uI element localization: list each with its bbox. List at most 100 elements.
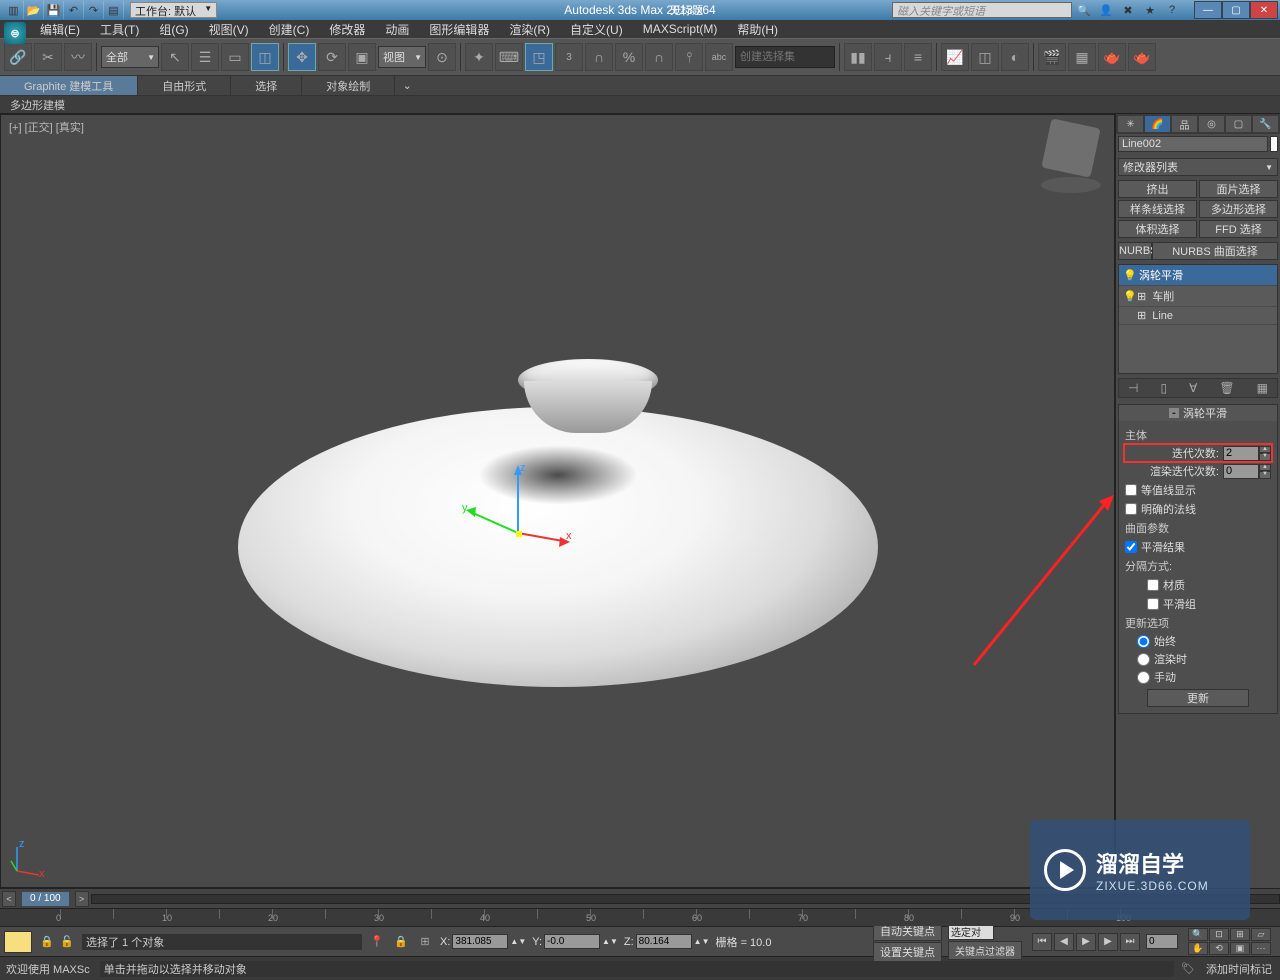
schematic-icon[interactable]: ◫	[971, 43, 999, 71]
key-filter-button[interactable]: 关键点过滤器	[948, 941, 1022, 960]
frame-indicator[interactable]: 0 / 100	[22, 892, 69, 906]
workspace-dropdown[interactable]: 工作台: 默认	[130, 2, 217, 18]
menu-group[interactable]: 组(G)	[149, 21, 198, 38]
move-icon[interactable]: ✥	[288, 43, 316, 71]
exchange-icon[interactable]: ✖	[1118, 2, 1138, 18]
remove-mod-icon[interactable]: 🗑	[1219, 381, 1234, 395]
tab-utilities-icon[interactable]: 🔧	[1253, 116, 1278, 132]
iterations-input[interactable]	[1223, 446, 1259, 461]
search-icon[interactable]: 🔍	[1074, 2, 1094, 18]
menu-views[interactable]: 视图(V)	[199, 21, 259, 38]
align-icon[interactable]: ⫯	[675, 43, 703, 71]
abc-icon[interactable]: abc	[705, 43, 733, 71]
radio-manual[interactable]: 手动	[1137, 669, 1271, 685]
new-icon[interactable]: ▥	[4, 1, 24, 19]
pin-stack-icon[interactable]: ⊣	[1128, 381, 1138, 395]
help-icon[interactable]: ?	[1162, 2, 1182, 18]
tab-selection[interactable]: 选择	[231, 76, 302, 95]
viewport[interactable]: [+] [正交] [真实] z y x	[0, 114, 1115, 888]
render-iter-input[interactable]	[1223, 464, 1259, 479]
btn-patch-select[interactable]: 面片选择	[1199, 180, 1278, 198]
ref-coord-dropdown[interactable]: 视图	[378, 46, 426, 68]
signin-icon[interactable]: 👤	[1096, 2, 1116, 18]
tab-modify-icon[interactable]: 🌈	[1145, 116, 1170, 132]
x-input[interactable]	[452, 934, 508, 949]
selection-filter-dropdown[interactable]: 全部	[101, 46, 159, 68]
stack-turbosmooth[interactable]: 💡涡轮平滑	[1119, 265, 1277, 286]
render-frame-icon[interactable]: ▦	[1068, 43, 1096, 71]
btn-ffd-select[interactable]: FFD 选择	[1199, 220, 1278, 238]
link-icon[interactable]: 🔗	[4, 43, 32, 71]
max-toggle-icon[interactable]: ▣	[1230, 942, 1250, 955]
goto-start-icon[interactable]: ⏮	[1032, 933, 1052, 951]
goto-end-icon[interactable]: ⏭	[1120, 933, 1140, 951]
stack-lathe[interactable]: 💡⊞车削	[1119, 286, 1277, 307]
tab-hierarchy-icon[interactable]: 品	[1172, 116, 1197, 132]
fov-icon[interactable]: ▱	[1251, 928, 1271, 941]
pan-icon[interactable]: ✋	[1188, 942, 1208, 955]
spinner-snap-icon[interactable]: %	[615, 43, 643, 71]
menu-edit[interactable]: 编辑(E)	[30, 21, 90, 38]
undo-icon[interactable]: ↶	[64, 1, 84, 19]
nav-more-icon[interactable]: ⋯	[1251, 942, 1271, 955]
curve-editor-icon[interactable]: 📈	[941, 43, 969, 71]
menu-tools[interactable]: 工具(T)	[90, 21, 149, 38]
btn-extrude[interactable]: 挤出	[1118, 180, 1197, 198]
orbit-icon[interactable]: ⟲	[1209, 942, 1229, 955]
ribbon-dropdown-icon[interactable]: ⌄	[395, 76, 419, 95]
redo-icon[interactable]: ↷	[84, 1, 104, 19]
zoom-all-icon[interactable]: ⊡	[1209, 928, 1229, 941]
chk-smoothgroup[interactable]: 平滑组	[1147, 596, 1271, 612]
window-crossing-icon[interactable]: ◫	[251, 43, 279, 71]
search-input[interactable]: 磁入关键字或短语	[892, 2, 1072, 18]
btn-spline-select[interactable]: 样条线选择	[1118, 200, 1197, 218]
teapot-render-icon[interactable]: 🫖	[1098, 43, 1126, 71]
btn-vol-select[interactable]: 体积选择	[1118, 220, 1197, 238]
radio-always[interactable]: 始终	[1137, 633, 1271, 649]
time-prev-icon[interactable]: <	[2, 891, 16, 907]
menu-modifiers[interactable]: 修改器	[319, 21, 375, 38]
prev-frame-icon[interactable]: ◀	[1054, 933, 1074, 951]
zoom-ext-icon[interactable]: ⊞	[1230, 928, 1250, 941]
play-icon[interactable]: ▶	[1076, 933, 1096, 951]
zoom-icon[interactable]: 🔍	[1188, 928, 1208, 941]
layers-icon[interactable]: ≡	[904, 43, 932, 71]
y-input[interactable]	[544, 934, 600, 949]
down-arrow-icon[interactable]: ▼	[1259, 471, 1271, 479]
script-color-icon[interactable]	[4, 931, 32, 953]
rollout-header[interactable]: 涡轮平滑	[1119, 405, 1277, 421]
scale-icon[interactable]: ▣	[348, 43, 376, 71]
rotate-icon[interactable]: ⟳	[318, 43, 346, 71]
app-logo-icon[interactable]: ⊜	[4, 22, 26, 44]
tab-motion-icon[interactable]: ◎	[1199, 116, 1224, 132]
iterations-spinner[interactable]: ▲▼	[1223, 446, 1271, 461]
up-arrow-icon[interactable]: ▲	[1259, 446, 1271, 454]
sub-ribbon[interactable]: 多边形建模	[0, 96, 1280, 114]
menu-grapheditors[interactable]: 图形编辑器	[419, 21, 499, 38]
menu-help[interactable]: 帮助(H)	[727, 21, 788, 38]
pivot-icon[interactable]: ⊙	[428, 43, 456, 71]
render-iter-spinner[interactable]: ▲▼	[1223, 464, 1271, 479]
mirror-icon[interactable]: ▮▮	[844, 43, 872, 71]
menu-create[interactable]: 创建(C)	[259, 21, 320, 38]
lock2-icon[interactable]: 🔒	[392, 933, 410, 951]
angle-snap-icon[interactable]: 3	[555, 43, 583, 71]
select-icon[interactable]: ↖	[161, 43, 189, 71]
edge-snap-icon[interactable]: ∩	[645, 43, 673, 71]
maximize-button[interactable]: ▢	[1222, 1, 1250, 19]
stack-line[interactable]: ⊞Line	[1119, 307, 1277, 325]
close-button[interactable]: ✕	[1250, 1, 1278, 19]
current-frame-input[interactable]	[1146, 934, 1178, 949]
tab-freeform[interactable]: 自由形式	[138, 76, 231, 95]
keyboard-icon[interactable]: ⌨	[495, 43, 523, 71]
modifier-list-dropdown[interactable]: 修改器列表	[1118, 158, 1278, 176]
chk-normals[interactable]: 明确的法线	[1125, 501, 1271, 517]
add-time-tag[interactable]: 添加时间标记	[1198, 961, 1280, 977]
material-editor-icon[interactable]: ◐	[1001, 43, 1029, 71]
project-icon[interactable]: ▤	[104, 1, 124, 19]
bind-icon[interactable]: 〰	[64, 43, 92, 71]
named-selection-input[interactable]	[735, 46, 835, 68]
snap-toggle-icon[interactable]: ◳	[525, 43, 553, 71]
btn-nurbs-select[interactable]: NURBS 曲面选择	[1152, 242, 1278, 260]
viewcube[interactable]	[1036, 123, 1106, 203]
